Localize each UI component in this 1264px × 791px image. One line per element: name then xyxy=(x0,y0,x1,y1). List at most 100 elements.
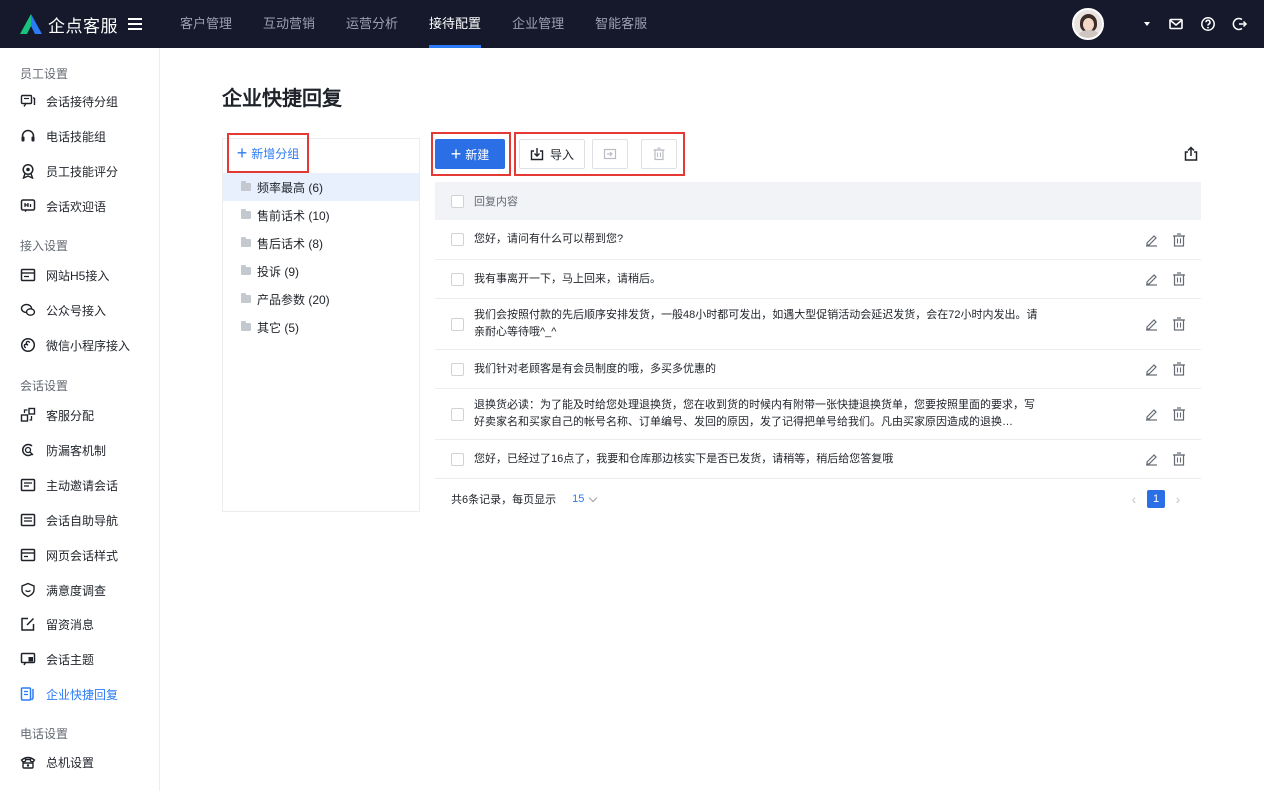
sidebar-item-phone-skill-group[interactable]: 电话技能组 xyxy=(20,125,106,147)
group-item-label: 产品参数 (20) xyxy=(257,292,330,307)
row-checkbox[interactable] xyxy=(451,407,464,421)
delete-icon[interactable] xyxy=(1171,232,1187,248)
add-group-button[interactable]: + 新增分组 xyxy=(227,133,309,173)
sidebar-item-web-session-style[interactable]: 网页会话样式 xyxy=(20,544,118,566)
export-icon[interactable] xyxy=(1183,146,1199,162)
sidebar-item-session-topic[interactable]: 会话主题 xyxy=(20,648,94,670)
sidebar-item-satisfaction-survey[interactable]: 满意度调查 xyxy=(20,579,106,601)
new-reply-button[interactable]: + 新建 xyxy=(435,139,505,169)
group-item-complaint[interactable]: 投诉 (9) xyxy=(223,257,419,285)
delete-icon[interactable] xyxy=(1171,406,1187,422)
page-number-current[interactable]: 1 xyxy=(1147,490,1165,508)
pagination: ‹ 1 › xyxy=(1125,490,1187,508)
lead-form-icon xyxy=(21,617,35,631)
row-checkbox[interactable] xyxy=(451,452,464,466)
sidebar-item-lead-message[interactable]: 留资消息 xyxy=(20,613,94,635)
page-size-select[interactable]: 15 xyxy=(572,493,598,505)
next-page-icon[interactable]: › xyxy=(1169,491,1187,507)
edit-icon[interactable] xyxy=(1143,451,1159,467)
group-item-label: 投诉 (9) xyxy=(257,264,300,279)
delete-icon[interactable] xyxy=(1171,361,1187,377)
sidebar-group-access: 接入设置 xyxy=(20,239,69,253)
reply-text: 我有事离开一下，马上回来，请稍后。 xyxy=(474,272,661,285)
reply-text: 我们会按照付款的先后顺序安排发货，一般48小时都可发出，如遇大型促销活动会延迟发… xyxy=(474,309,1038,338)
row-checkbox[interactable] xyxy=(451,233,464,246)
sidebar-item-staff-skill-rating[interactable]: 员工技能评分 xyxy=(20,160,118,182)
import-button[interactable]: 导入 xyxy=(519,139,585,169)
sidebar-item-anti-leak[interactable]: 防漏客机制 xyxy=(20,439,106,461)
sidebar-item-welcome-message[interactable]: 会话欢迎语 xyxy=(20,195,106,217)
account-dropdown-caret-icon[interactable] xyxy=(1144,22,1150,26)
group-item-product-params[interactable]: 产品参数 (20) xyxy=(223,285,419,313)
menu-icon[interactable] xyxy=(128,18,142,30)
sidebar-item-dispatch[interactable]: 客服分配 xyxy=(20,404,94,426)
delete-icon[interactable] xyxy=(1171,451,1187,467)
add-group-label: 新增分组 xyxy=(251,146,300,161)
logout-icon[interactable] xyxy=(1232,16,1248,32)
group-list: 频率最高 (6) 售前话术 (10) 售后话术 (8) 投诉 (9) 产品参数 … xyxy=(223,173,419,341)
sidebar-item-web-h5[interactable]: 网站H5接入 xyxy=(20,264,109,286)
prev-page-icon[interactable]: ‹ xyxy=(1125,491,1143,507)
sidebar-item-switchboard[interactable]: 总机设置 xyxy=(20,751,94,773)
record-summary: 共6条记录，每页显示 xyxy=(451,494,557,506)
main-nav: 客户管理 互动营销 运营分析 接待配置 企业管理 智能客服 xyxy=(180,0,678,48)
nav-item-reception-config[interactable]: 接待配置 xyxy=(429,0,482,48)
badge-icon xyxy=(22,163,34,179)
delete-icon[interactable] xyxy=(1171,316,1187,332)
folder-icon xyxy=(241,209,251,219)
sidebar-group-phone: 电话设置 xyxy=(20,727,69,741)
nav-item-analytics[interactable]: 运营分析 xyxy=(346,0,398,48)
mail-icon[interactable] xyxy=(1168,16,1184,32)
edit-icon[interactable] xyxy=(1143,361,1159,377)
help-icon[interactable] xyxy=(1200,16,1216,32)
sidebar-item-quick-reply[interactable]: 企业快捷回复 xyxy=(20,683,118,705)
sidebar-item-label: 留资消息 xyxy=(46,617,95,632)
nav-item-customer[interactable]: 客户管理 xyxy=(180,0,232,48)
group-item-aftersale[interactable]: 售后话术 (8) xyxy=(223,229,419,257)
group-item-presale[interactable]: 售前话术 (10) xyxy=(223,201,419,229)
edit-icon[interactable] xyxy=(1143,406,1159,422)
edit-icon[interactable] xyxy=(1143,316,1159,332)
sidebar-item-label: 网页会话样式 xyxy=(46,548,119,563)
batch-delete-button[interactable] xyxy=(641,139,677,169)
sidebar-item-label: 会话接待分组 xyxy=(46,94,119,109)
table-footer: 共6条记录，每页显示 15 xyxy=(451,491,598,507)
table-row: 我们会按照付款的先后顺序安排发货，一般48小时都可发出，如遇大型促销活动会延迟发… xyxy=(435,299,1201,350)
chevron-down-icon xyxy=(589,493,598,502)
table-row: 您好，已经过了16点了，我要和仓库那边核实下是否已发货，请稍等，稍后给您答复哦 xyxy=(435,440,1201,479)
row-checkbox[interactable] xyxy=(451,362,464,376)
sidebar-item-session-groups[interactable]: 会话接待分组 xyxy=(20,90,118,112)
sidebar-item-invite-session[interactable]: 主动邀请会话 xyxy=(20,474,118,496)
headset-icon xyxy=(21,129,35,142)
table-row: 您好，请问有什么可以帮到您? xyxy=(435,220,1201,260)
group-item-label: 售后话术 (8) xyxy=(257,236,324,251)
folder-icon xyxy=(241,321,251,331)
sidebar-item-self-nav[interactable]: 会话自助导航 xyxy=(20,509,118,531)
sidebar-item-mini-program[interactable]: 微信小程序接入 xyxy=(20,334,130,356)
trash-icon xyxy=(653,147,665,161)
group-item-label: 频率最高 (6) xyxy=(257,180,324,195)
folder-icon xyxy=(241,181,251,191)
group-item-frequent[interactable]: 频率最高 (6) xyxy=(223,173,419,201)
nav-item-ai-service[interactable]: 智能客服 xyxy=(595,0,647,48)
move-folder-icon xyxy=(603,148,617,160)
telephone-icon xyxy=(20,756,36,769)
brand[interactable]: 企点客服 xyxy=(0,0,168,48)
page-size-value: 15 xyxy=(572,493,585,505)
group-item-other[interactable]: 其它 (5) xyxy=(223,313,419,341)
nav-item-enterprise[interactable]: 企业管理 xyxy=(512,0,564,48)
brand-name: 企点客服 xyxy=(48,16,118,36)
table-header: 回复内容 xyxy=(435,182,1201,220)
nav-item-marketing[interactable]: 互动营销 xyxy=(263,0,315,48)
select-all-checkbox[interactable] xyxy=(451,194,464,208)
delete-icon[interactable] xyxy=(1171,271,1187,287)
edit-icon[interactable] xyxy=(1143,271,1159,287)
row-checkbox[interactable] xyxy=(451,317,464,331)
row-checkbox[interactable] xyxy=(451,272,464,286)
edit-icon[interactable] xyxy=(1143,232,1159,248)
avatar[interactable] xyxy=(1072,8,1104,40)
mini-program-icon xyxy=(20,337,36,353)
sidebar-item-official-account[interactable]: 公众号接入 xyxy=(20,299,106,321)
sidebar-item-label: 主动邀请会话 xyxy=(46,478,119,493)
move-to-group-button[interactable] xyxy=(592,139,628,169)
